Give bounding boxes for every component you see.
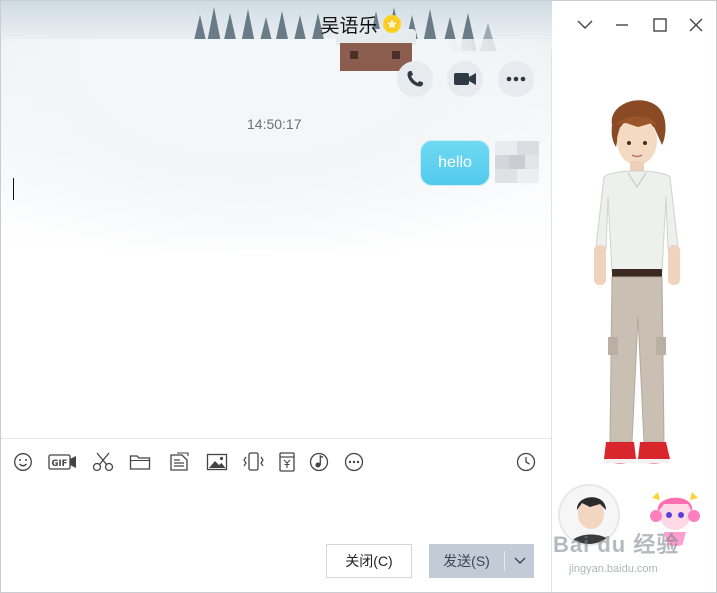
phone-icon[interactable] (397, 61, 433, 97)
more-icon[interactable] (498, 61, 534, 97)
shake-icon[interactable] (241, 448, 265, 476)
message-bubble[interactable]: hello (420, 140, 490, 186)
toolbar-divider (1, 438, 551, 439)
gif-icon[interactable]: GIF (47, 448, 79, 476)
watermark-url: jingyan.baidu.com (569, 563, 658, 575)
maximize-icon[interactable] (649, 14, 671, 36)
contact-name: 吴语乐 (320, 15, 378, 37)
image-icon[interactable] (205, 448, 229, 476)
music-icon[interactable] (307, 448, 331, 476)
svg-text:GIF: GIF (52, 459, 68, 469)
video-icon[interactable] (447, 61, 483, 97)
message-timestamp: 14:50:17 (247, 116, 302, 132)
folder-icon[interactable] (128, 448, 152, 476)
doc-icon[interactable] (167, 448, 191, 476)
send-options-chevron-icon[interactable] (505, 557, 534, 565)
text-cursor (13, 178, 14, 200)
red-packet-icon[interactable] (275, 448, 299, 476)
send-button-label[interactable]: 发送(S) (429, 551, 504, 571)
chevron-down-icon[interactable] (574, 14, 596, 36)
avatar[interactable] (495, 141, 539, 183)
close-icon[interactable] (685, 14, 707, 36)
input-toolbar: GIF (1, 448, 551, 476)
more-circle-icon[interactable] (342, 448, 366, 476)
emoji-icon[interactable] (11, 448, 35, 476)
clock-icon[interactable] (513, 448, 539, 476)
close-button[interactable]: 关闭(C) (326, 544, 412, 578)
avatar-show-panel (552, 49, 716, 592)
send-button[interactable]: 发送(S) (429, 544, 534, 578)
minimize-icon[interactable] (611, 14, 633, 36)
chat-window: 吴语乐 14:50:17 hello GIF 关闭(C) 发送(S) Bai d… (0, 0, 717, 593)
vip-star-icon (382, 14, 402, 34)
watermark-brand: Bai du 经验 (553, 532, 680, 557)
window-title: 吴语乐 (291, 10, 431, 38)
avatar-show-figure[interactable] (582, 97, 692, 477)
scissors-icon[interactable] (91, 448, 115, 476)
